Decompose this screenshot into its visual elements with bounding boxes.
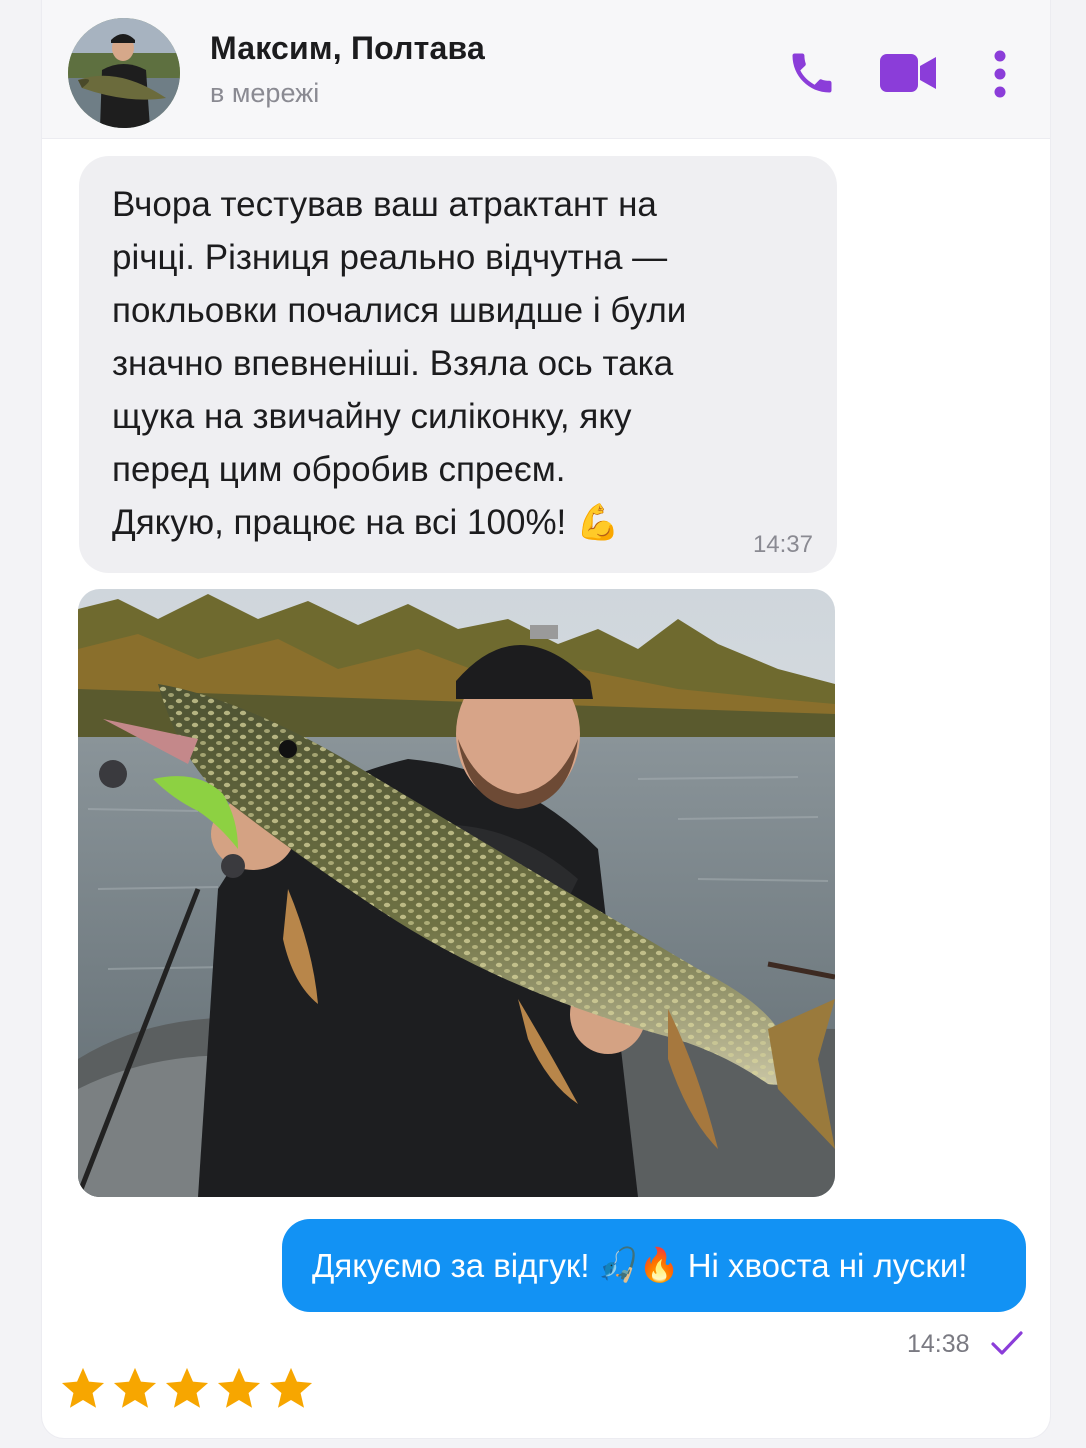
more-vertical-icon[interactable]	[992, 50, 1008, 103]
chat-header: Максим, Полтава в мережі	[42, 0, 1050, 139]
star-icon	[217, 1367, 261, 1408]
incoming-message-bubble[interactable]: Вчора тестував ваш атрактант на річці. Р…	[79, 156, 837, 573]
incoming-message-text: Вчора тестував ваш атрактант на річці. Р…	[112, 185, 687, 542]
video-camera-icon[interactable]	[880, 52, 938, 99]
star-icon	[61, 1367, 105, 1408]
read-check-icon	[990, 1330, 1024, 1363]
incoming-message-time: 14:37	[752, 531, 813, 558]
online-status: в мережі	[210, 78, 320, 108]
outgoing-message-time: 14:38	[907, 1330, 970, 1358]
star-icon	[113, 1367, 157, 1408]
chat-card: Максим, Полтава в мережі Вчора тестував …	[42, 0, 1050, 1438]
avatar[interactable]	[68, 18, 180, 128]
fishing-fire-emoji: 🎣🔥	[597, 1246, 680, 1283]
photo-attachment[interactable]	[78, 589, 835, 1197]
contact-name[interactable]: Максим, Полтава	[210, 30, 485, 67]
outgoing-message-text-before: Дякуємо за відгук!	[312, 1246, 590, 1284]
outgoing-message-bubble[interactable]: Дякуємо за відгук! 🎣🔥 Ні хвоста ні луски…	[282, 1219, 1026, 1312]
outgoing-message-text-after: Ні хвоста ні луски!	[687, 1246, 968, 1284]
star-icon	[269, 1367, 313, 1408]
phone-icon[interactable]	[786, 46, 838, 105]
star-icon	[165, 1367, 209, 1408]
rating-stars	[60, 1366, 314, 1410]
